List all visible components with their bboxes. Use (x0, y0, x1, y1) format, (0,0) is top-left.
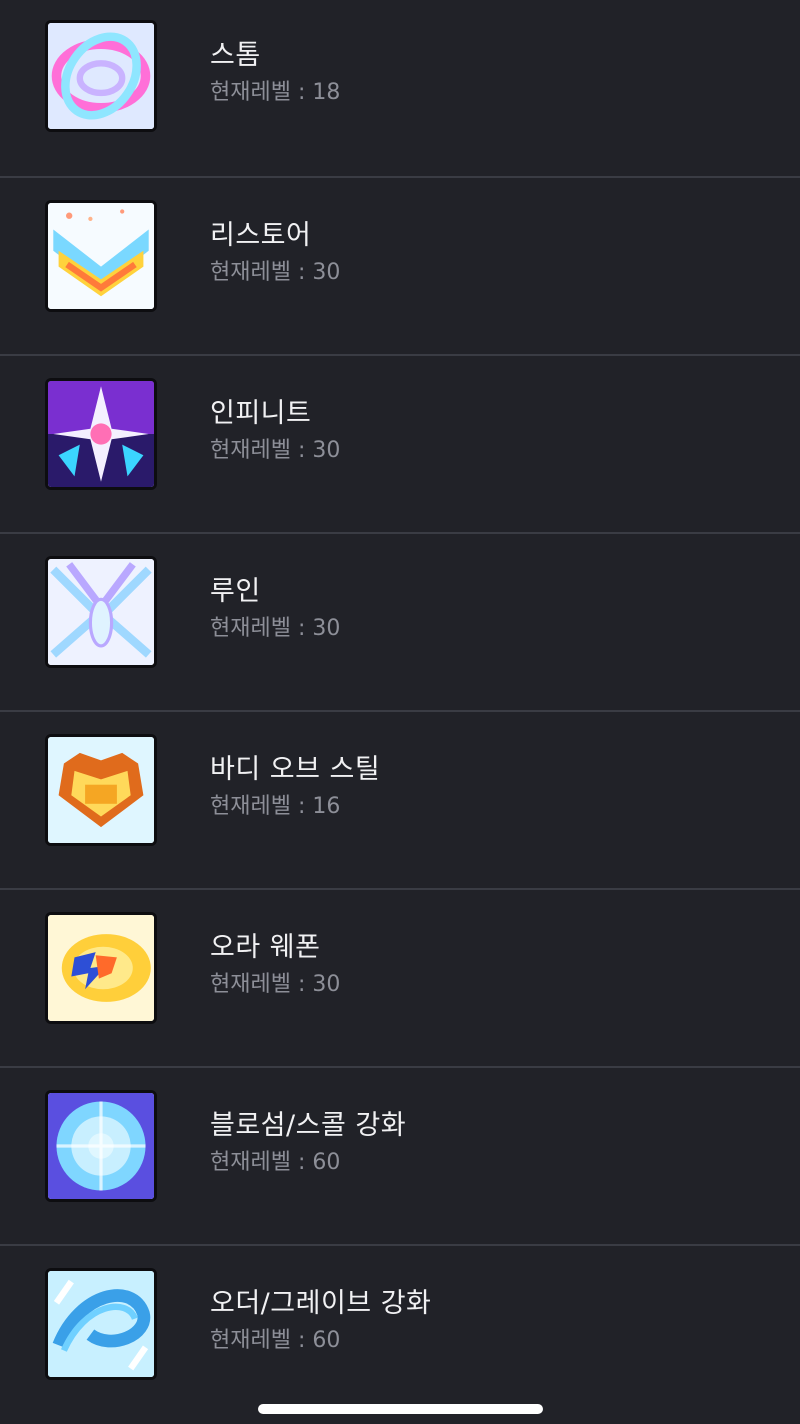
skill-name: 리스토어 (210, 220, 312, 251)
order-grave-icon (45, 1268, 157, 1380)
skill-level: 현재레벨 : 18 (210, 80, 341, 105)
skill-name: 오더/그레이브 강화 (210, 1288, 432, 1319)
skill-level: 현재레벨 : 16 (210, 794, 341, 819)
skill-level: 현재레벨 : 30 (210, 260, 341, 285)
aura-weapon-icon (45, 912, 157, 1024)
infinite-icon (45, 378, 157, 490)
skill-row-infinite[interactable]: 인피니트 현재레벨 : 30 (0, 356, 800, 534)
blossom-squall-icon (45, 1090, 157, 1202)
skill-name: 인피니트 (210, 398, 312, 429)
skill-row-restore[interactable]: 리스토어 현재레벨 : 30 (0, 178, 800, 356)
skill-row-blossom-squall[interactable]: 블로섬/스콜 강화 현재레벨 : 60 (0, 1068, 800, 1246)
skill-level: 현재레벨 : 30 (210, 972, 341, 997)
skill-name: 루인 (210, 576, 261, 607)
skill-name: 블로섬/스콜 강화 (210, 1110, 407, 1141)
skill-level: 현재레벨 : 60 (210, 1328, 341, 1353)
skill-row-order-grave[interactable]: 오더/그레이브 강화 현재레벨 : 60 (0, 1246, 800, 1424)
skill-row-ruin[interactable]: 루인 현재레벨 : 30 (0, 534, 800, 712)
ruin-icon (45, 556, 157, 668)
skill-level: 현재레벨 : 60 (210, 1150, 341, 1175)
skill-name: 스톰 (210, 40, 261, 71)
skill-row-body-of-steel[interactable]: 바디 오브 스틸 현재레벨 : 16 (0, 712, 800, 890)
skill-level: 현재레벨 : 30 (210, 438, 341, 463)
skill-list: 스톰 현재레벨 : 18 리스토어 현재레벨 : 30 인피니트 현재레벨: … (0, 0, 800, 1424)
home-indicator[interactable] (258, 1404, 543, 1414)
skill-row-storm[interactable]: 스톰 현재레벨 : 18 (0, 0, 800, 178)
skill-name: 바디 오브 스틸 (210, 754, 381, 785)
skill-name: 오라 웨폰 (210, 932, 321, 963)
body-of-steel-icon (45, 734, 157, 846)
restore-icon (45, 200, 157, 312)
skill-level: 현재레벨 : 30 (210, 616, 341, 641)
skill-row-aura-weapon[interactable]: 오라 웨폰 현재레벨 : 30 (0, 890, 800, 1068)
storm-icon (45, 20, 157, 132)
